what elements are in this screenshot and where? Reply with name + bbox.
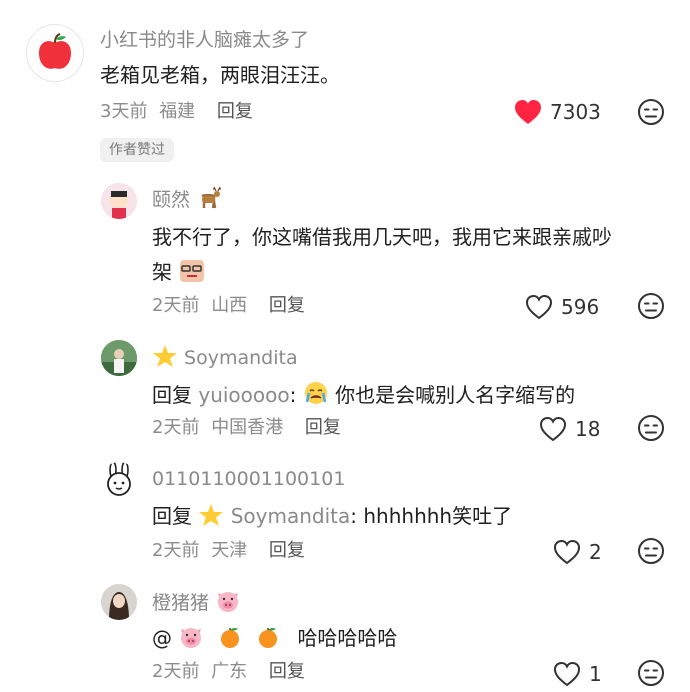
reply-button[interactable]: 回复 [269, 295, 305, 316]
like-count: 2 [589, 540, 602, 564]
comment-text: 回复 yuiooooo: 你也是会喊别人名字缩写的 [152, 380, 575, 408]
crying-face-icon [304, 382, 327, 404]
comment-username[interactable]: 0110110001100101 [152, 467, 345, 491]
dislike-icon[interactable] [637, 414, 665, 442]
avatar[interactable] [101, 183, 137, 219]
heart-outline-icon [553, 661, 581, 687]
comment-username[interactable]: 颐然 [152, 186, 222, 212]
cartoon-avatar-icon [101, 183, 137, 219]
avatar[interactable] [26, 24, 84, 82]
reply-button[interactable]: 回复 [269, 661, 305, 682]
comment-meta: 2天前 天津 回复 [152, 540, 305, 562]
reply-prefix: 回复 [152, 504, 192, 528]
like-button[interactable]: 18 [539, 416, 600, 442]
comment-meta: 2天前 广东 回复 [152, 661, 305, 683]
pig-icon [218, 592, 239, 612]
comment-text: @ 哈哈哈哈哈 [152, 626, 398, 650]
like-count: 7303 [550, 100, 601, 124]
author-liked-badge: 作者赞过 [100, 138, 174, 162]
reply-button[interactable]: 回复 [305, 417, 341, 438]
comment-location: 广东 [211, 661, 248, 682]
orange-icon [259, 628, 278, 648]
comment-time: 2天前 [152, 661, 200, 682]
avatar[interactable] [101, 340, 137, 376]
photo-avatar-icon [101, 340, 137, 376]
comment-location: 福建 [159, 101, 196, 122]
deer-icon [201, 186, 222, 209]
comment-username[interactable]: 橙猪猪 [152, 589, 241, 615]
comment-location: 天津 [211, 540, 248, 561]
sticker-icon [180, 260, 205, 282]
rabbit-icon [107, 462, 131, 496]
comment-time: 3天前 [100, 101, 148, 122]
comment-text-line2: 架 [152, 257, 206, 285]
reply-to-user[interactable]: yuiooooo [198, 383, 289, 407]
comment-meta: 2天前 中国香港 回复 [152, 417, 341, 439]
comment-location: 山西 [211, 295, 248, 316]
dislike-icon[interactable] [637, 659, 665, 687]
dislike-icon[interactable] [637, 98, 665, 126]
orange-icon [220, 628, 239, 648]
reply-prefix: 回复 [152, 383, 192, 407]
star-icon [153, 345, 177, 367]
heart-outline-icon [553, 539, 581, 565]
comment-meta: 3天前 福建 回复 [100, 101, 253, 123]
avatar[interactable] [101, 462, 137, 498]
dislike-icon[interactable] [637, 292, 665, 320]
comment-location: 中国香港 [211, 417, 284, 438]
comment-meta: 2天前 山西 回复 [152, 295, 305, 317]
photo-avatar-icon [101, 584, 137, 620]
like-button[interactable]: 7303 [514, 99, 601, 125]
reply-to-user[interactable]: Soymandita [231, 504, 351, 528]
like-button[interactable]: 2 [553, 539, 602, 565]
like-count: 1 [589, 662, 602, 686]
mention-symbol[interactable]: @ [152, 626, 172, 650]
pig-icon [181, 628, 202, 648]
like-button[interactable]: 596 [525, 294, 599, 320]
dislike-icon[interactable] [637, 537, 665, 565]
like-count: 596 [561, 295, 600, 319]
reply-button[interactable]: 回复 [269, 540, 305, 561]
comment-time: 2天前 [152, 540, 200, 561]
comment-time: 2天前 [152, 417, 200, 438]
comment-username[interactable]: 小红书的非人脑瘫太多了 [100, 28, 309, 52]
heart-outline-icon [525, 294, 553, 320]
like-button[interactable]: 1 [553, 661, 602, 687]
apple-icon [39, 33, 71, 69]
star-icon [199, 504, 224, 526]
heart-outline-icon [539, 416, 567, 442]
avatar[interactable] [101, 584, 137, 620]
heart-filled-icon [515, 100, 541, 124]
comment-text: 我不行了，你这嘴借我用几天吧，我用它来跟亲戚吵 [152, 225, 612, 249]
like-count: 18 [575, 417, 601, 441]
comment-time: 2天前 [152, 295, 200, 316]
comment-text: 回复 Soymandita: hhhhhhh笑吐了 [152, 504, 513, 528]
comment-text: 老箱见老箱，两眼泪汪汪。 [100, 63, 340, 87]
reply-button[interactable]: 回复 [217, 101, 253, 122]
comment-username[interactable]: Soymandita [152, 344, 298, 370]
